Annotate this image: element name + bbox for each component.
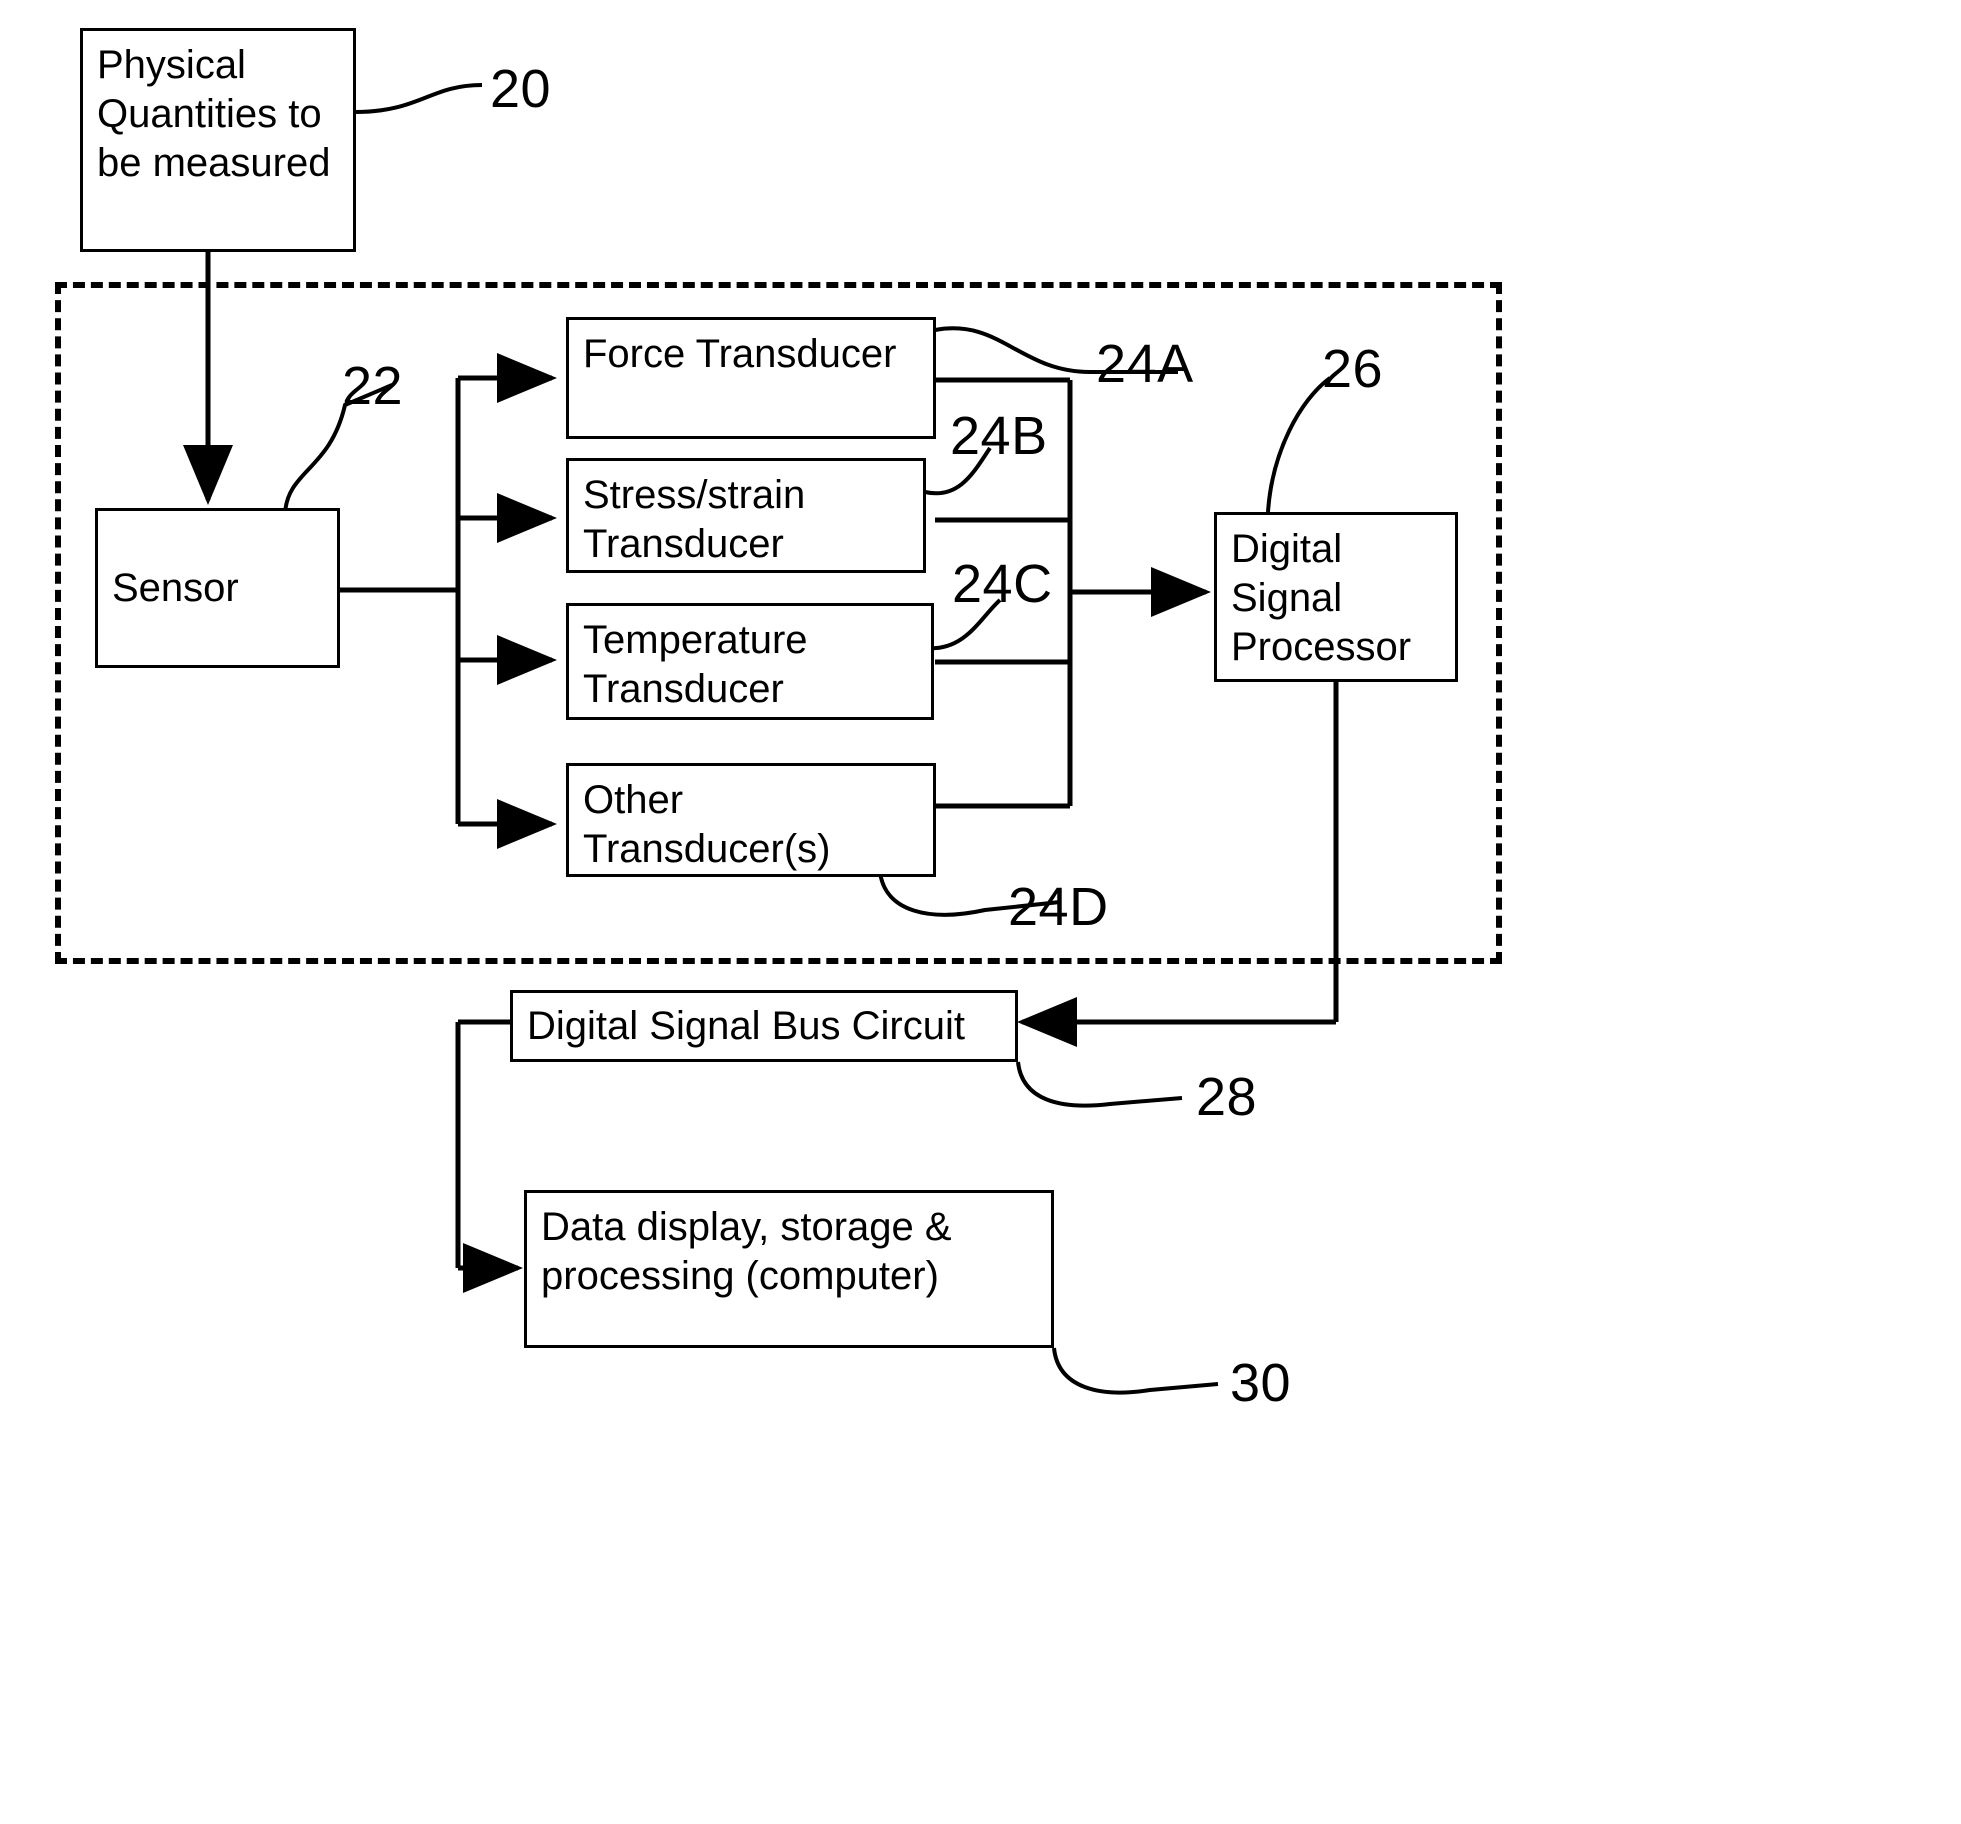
leader-line-28 [1016, 1061, 1183, 1108]
reference-numeral-24D: 24D [1008, 877, 1109, 937]
figure-canvas: Physical Quantities to be measured Senso… [0, 0, 1961, 1824]
connector-lines [183, 83, 1339, 1395]
block-force-transducer: Force Transducer [566, 317, 936, 439]
leader-line-30 [1052, 1347, 1219, 1395]
reference-numeral-20: 20 [490, 59, 552, 119]
reference-numeral-28: 28 [1196, 1067, 1258, 1127]
reference-numeral-24C: 24C [952, 554, 1053, 614]
leader-line-26 [1266, 376, 1332, 513]
leader-line-20 [354, 83, 483, 114]
block-stress-strain-transducer: Stress/strain Transducer [566, 458, 926, 573]
block-physical-quantities: Physical Quantities to be measured [80, 28, 356, 252]
reference-numeral-30: 30 [1230, 1353, 1292, 1413]
reference-numeral-24A: 24A [1096, 334, 1194, 394]
block-sensor: Sensor [95, 508, 340, 668]
block-other-transducers: Other Transducer(s) [566, 763, 936, 877]
block-digital-signal-processor: Digital Signal Processor [1214, 512, 1458, 682]
reference-numeral-22: 22 [342, 356, 404, 416]
block-temperature-transducer: Temperature Transducer [566, 603, 934, 720]
block-digital-signal-bus-circuit: Digital Signal Bus Circuit [510, 990, 1018, 1062]
reference-numeral-24B: 24B [950, 406, 1048, 466]
block-data-display: Data display, storage & processing (comp… [524, 1190, 1054, 1348]
reference-numeral-26: 26 [1322, 339, 1384, 399]
